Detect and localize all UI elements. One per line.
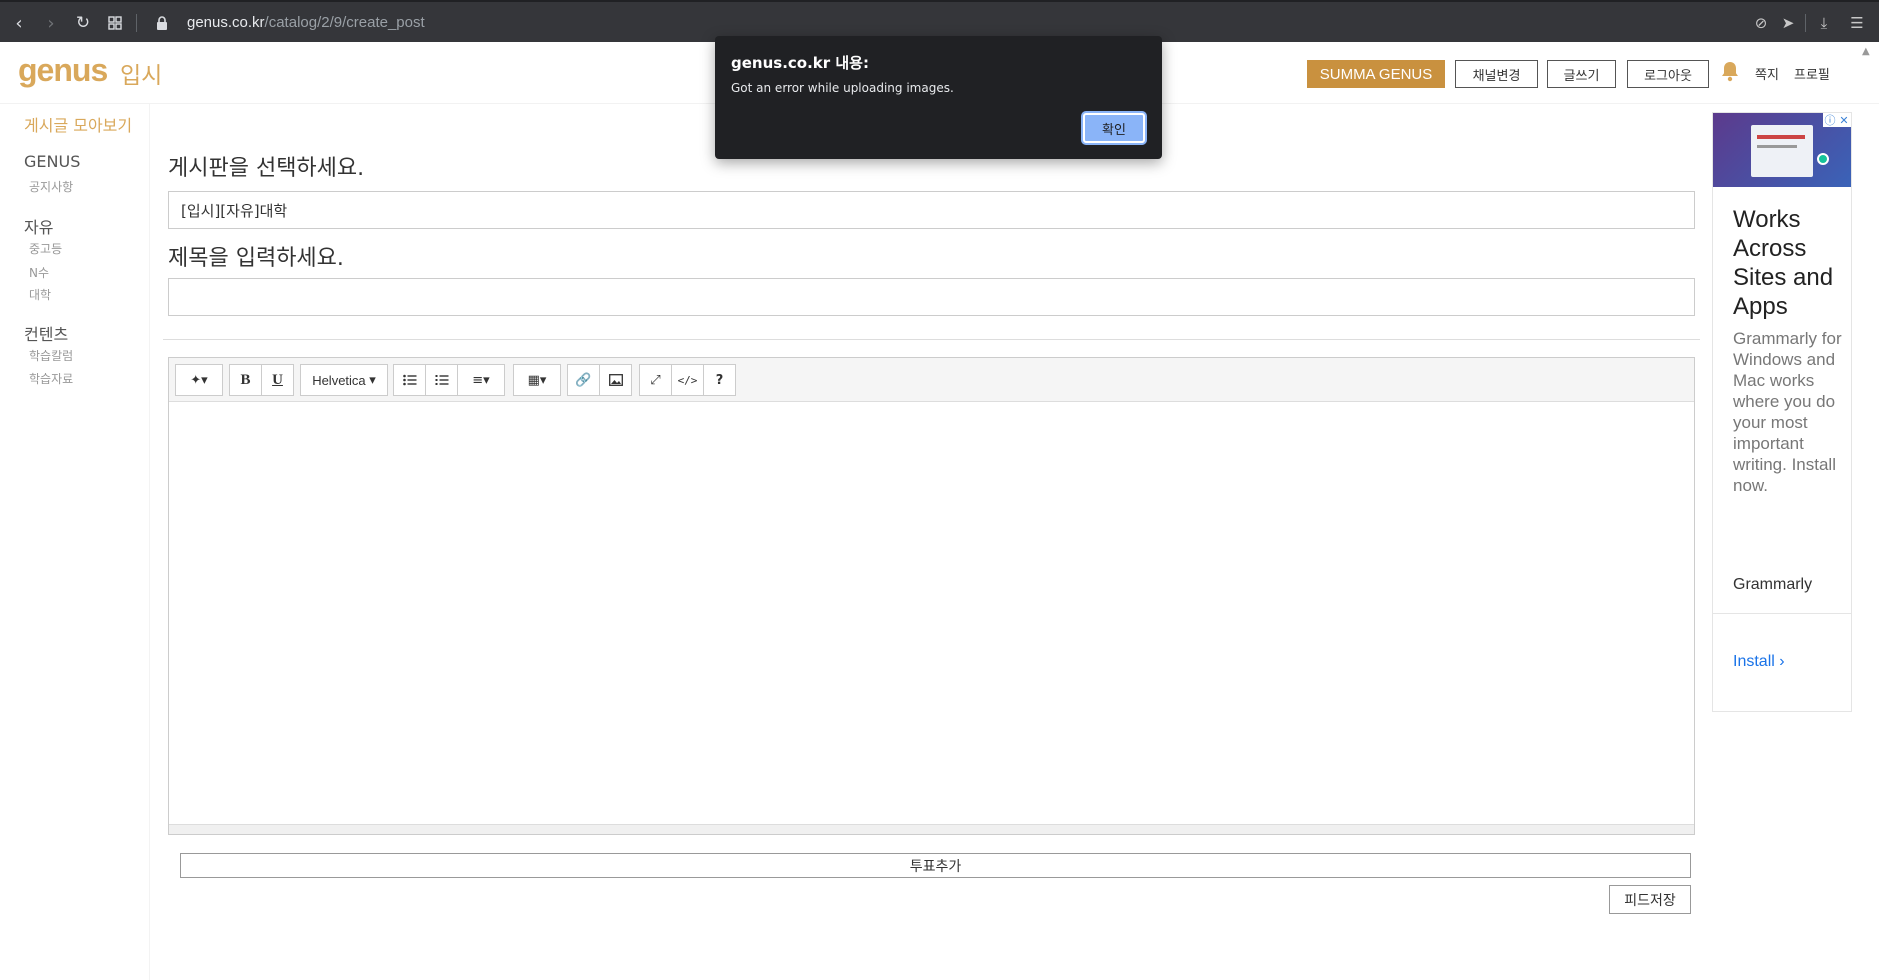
sidebar-item-notice[interactable]: 공지사항 (29, 178, 73, 195)
dialog-ok-button[interactable]: 확인 (1083, 113, 1145, 143)
logout-button[interactable]: 로그아웃 (1627, 60, 1709, 88)
scroll-up-arrow-icon[interactable]: ▲ (1862, 46, 1870, 57)
sidebar-item-study-material[interactable]: 학습자료 (29, 370, 73, 387)
ad-banner[interactable]: ⓘ ✕ Works Across Sites and Apps Grammarl… (1712, 112, 1852, 712)
add-vote-button[interactable]: 투표추가 (180, 853, 1691, 878)
bell-icon[interactable] (1720, 60, 1740, 82)
reload-icon[interactable]: ↻ (70, 10, 96, 36)
forward-icon[interactable]: › (38, 10, 64, 36)
download-icon[interactable]: ⤓ (1813, 12, 1835, 34)
sidebar-item-middle-high[interactable]: 중고등 (29, 240, 62, 257)
blocked-icon[interactable]: ⊘ (1750, 12, 1772, 34)
ad-image-bar (1757, 145, 1797, 148)
sidebar-group-genus[interactable]: GENUS (24, 152, 80, 171)
address-bar[interactable]: genus.co.kr/catalog/2/9/create_post (187, 14, 425, 31)
bold-button[interactable]: B (229, 364, 262, 396)
profile-link[interactable]: 프로필 (1794, 64, 1830, 83)
code-view-icon[interactable]: </> (671, 364, 704, 396)
summa-genus-button[interactable]: SUMMA GENUS (1307, 60, 1445, 88)
ad-image-window (1751, 125, 1813, 177)
menu-icon[interactable]: ☰ (1846, 12, 1868, 34)
table-icon[interactable]: ▦▾ (513, 364, 561, 396)
tab-grid-icon[interactable] (102, 10, 128, 36)
editor-toolbar: ✦▾ B U Helvetica ▾ ≡▾ ▦▾ 🔗 ⤢ </> ? (169, 358, 1694, 402)
font-family-dropdown[interactable]: Helvetica ▾ (300, 364, 388, 396)
editor-resize-bar[interactable] (169, 824, 1694, 834)
numbered-list-icon[interactable] (425, 364, 458, 396)
ad-close-icon[interactable]: ✕ (1837, 113, 1851, 127)
board-select-label: 게시판을 선택하세요. (168, 156, 365, 181)
style-magic-icon[interactable]: ✦▾ (175, 364, 223, 396)
lock-icon[interactable] (149, 10, 175, 36)
sidebar-group-contents[interactable]: 컨텐츠 (24, 321, 68, 345)
sidebar-group-free[interactable]: 자유 (24, 214, 53, 238)
title-input-label: 제목을 입력하세요. (168, 246, 344, 271)
sidebar-item-study-column[interactable]: 학습칼럼 (29, 347, 73, 364)
url-path: /catalog/2/9/create_post (264, 14, 425, 31)
ad-headline[interactable]: Works Across Sites and Apps (1733, 205, 1845, 321)
bullet-list-icon[interactable] (393, 364, 426, 396)
sidebar-all-posts[interactable]: 게시글 모아보기 (24, 112, 132, 136)
dialog-title: genus.co.kr 내용: (731, 54, 869, 72)
toolbar-divider (1805, 14, 1806, 32)
rich-text-editor: ✦▾ B U Helvetica ▾ ≡▾ ▦▾ 🔗 ⤢ </> ? (168, 357, 1695, 835)
paragraph-align-icon[interactable]: ≡▾ (457, 364, 505, 396)
send-icon[interactable]: ➤ (1777, 12, 1799, 34)
ad-brand[interactable]: Grammarly (1733, 576, 1812, 594)
sidebar-item-university[interactable]: 대학 (29, 286, 51, 303)
link-icon[interactable]: 🔗 (567, 364, 600, 396)
sidebar: 게시글 모아보기 GENUS 공지사항 자유 중고등 N수 대학 컨텐츠 학습칼… (0, 104, 150, 980)
ad-image-badge (1817, 153, 1829, 165)
url-host: genus.co.kr (187, 14, 265, 31)
ad-info-icon[interactable]: ⓘ (1823, 113, 1837, 127)
chevron-right-icon: › (1779, 653, 1785, 670)
image-icon[interactable] (599, 364, 632, 396)
site-logo[interactable]: genus (18, 52, 108, 89)
editor-content-area[interactable] (169, 402, 1694, 826)
ad-divider (1713, 613, 1851, 614)
ad-install-label: Install (1733, 653, 1775, 670)
font-family-value: Helvetica (312, 372, 366, 388)
form-divider (163, 339, 1700, 340)
underline-button[interactable]: U (261, 364, 294, 396)
messages-link[interactable]: 쪽지 (1755, 64, 1779, 83)
title-input[interactable] (168, 278, 1695, 316)
save-feed-button[interactable]: 피드저장 (1609, 885, 1691, 914)
board-select[interactable]: [입시][자유]대학 (168, 191, 1695, 229)
ad-install-link[interactable]: Install › (1733, 653, 1785, 671)
alert-dialog: genus.co.kr 내용: Got an error while uploa… (715, 36, 1162, 159)
ad-image-bar (1757, 135, 1805, 139)
site-logo-sub[interactable]: 입시 (120, 56, 162, 90)
toolbar-divider (136, 14, 137, 32)
help-icon[interactable]: ? (703, 364, 736, 396)
write-button[interactable]: 글쓰기 (1547, 60, 1616, 88)
change-channel-button[interactable]: 채널변경 (1455, 60, 1538, 88)
sidebar-item-n-su[interactable]: N수 (29, 264, 49, 281)
fullscreen-icon[interactable]: ⤢ (639, 364, 672, 396)
dialog-message: Got an error while uploading images. (731, 81, 954, 95)
back-icon[interactable]: ‹ (6, 10, 32, 36)
ad-body[interactable]: Grammarly for Windows and Mac works wher… (1733, 328, 1845, 496)
